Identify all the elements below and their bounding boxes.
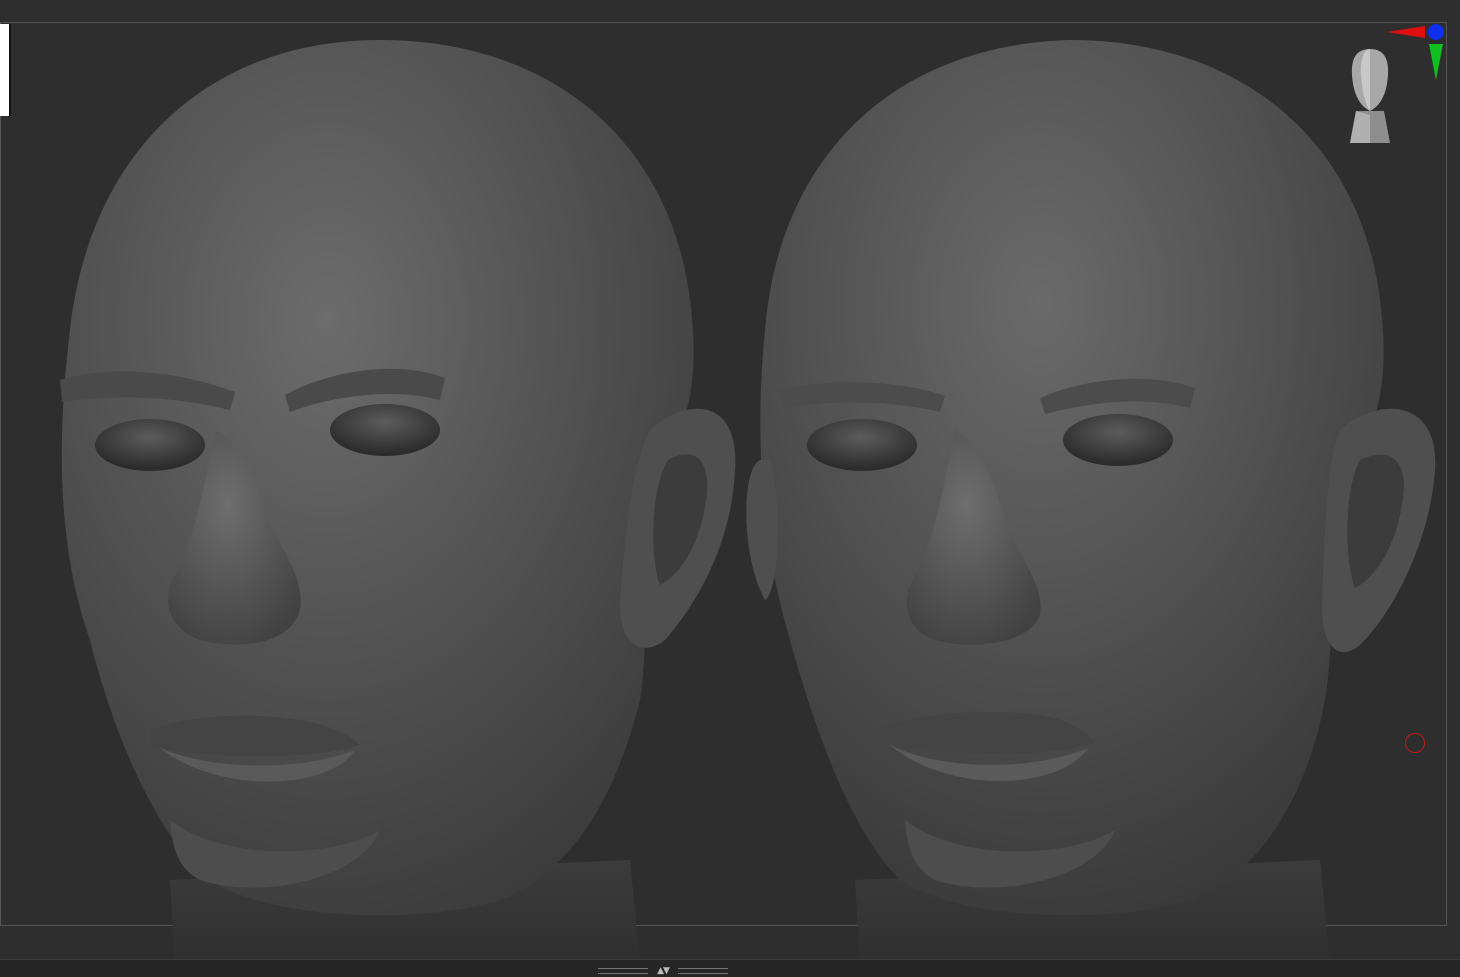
brush-cursor-icon [1405,733,1425,753]
tray-arrows-icon[interactable]: ▲▼ [657,967,670,976]
tray-stripe-left [598,968,648,974]
z-axis-dot [1428,24,1444,40]
bottom-tray-bar [0,959,1460,977]
x-axis-arrow [1387,26,1425,38]
skull-left [61,40,694,916]
head-sculpt-left[interactable] [60,40,736,965]
eye-left-2 [330,404,440,456]
ear-right-side [746,460,778,600]
y-axis-arrow [1429,44,1443,80]
corner-marker [0,24,11,116]
axis-gizmo-icon[interactable] [1385,18,1450,83]
document-viewport[interactable]: ▲▼ [0,0,1460,977]
head-sculpt-right[interactable] [746,40,1436,965]
eye-right-2 [1063,414,1173,466]
eye-left-1 [95,419,205,471]
tray-toggle-handle[interactable]: ▲▼ [598,967,728,976]
eye-right-1 [807,419,917,471]
tray-stripe-right [678,968,728,974]
skull-right [760,40,1384,916]
navigation-head-icon[interactable] [1346,45,1394,147]
sculpt-scene[interactable] [0,0,1460,977]
